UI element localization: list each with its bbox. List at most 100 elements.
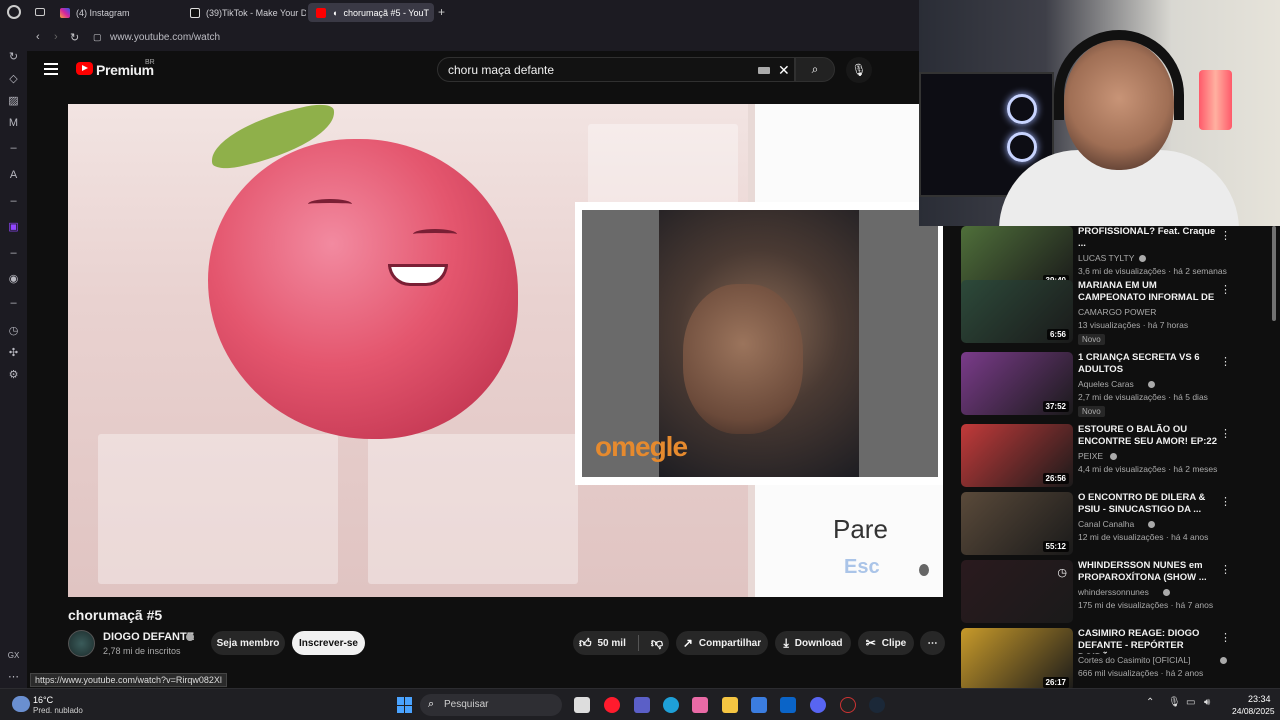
screenshot-icon[interactable]: ▨ [7,95,20,108]
more-vert-icon[interactable]: ⋮ [1220,355,1231,368]
recommendation-item[interactable]: 6:56 MARIANA EM UM CAMPEONATO INFORMAL DE… [961,280,1261,345]
watch-later-icon[interactable]: ◷ [1057,566,1067,579]
copilot-icon[interactable] [692,697,708,713]
member-button[interactable]: Seja membro [211,631,285,655]
settings-gear-icon[interactable]: ⚙ [7,369,20,382]
scrollbar[interactable] [1272,226,1276,321]
recommendation-item[interactable]: 55:12 O ENCONTRO DE DILERA & PSIU - SINUC… [961,492,1261,556]
steam-icon[interactable] [869,697,885,713]
store-icon[interactable] [751,697,767,713]
reload-icon[interactable]: ↻ [70,31,79,44]
opera-logo-icon[interactable] [7,5,21,19]
twitch-icon[interactable]: ▣ [7,221,20,234]
extensions-icon[interactable]: ✣ [7,347,20,360]
search-input[interactable] [448,63,748,77]
thumbnail[interactable]: 26:17 [961,628,1073,691]
recommendation-title[interactable]: MARIANA EM UM CAMPEONATO INFORMAL DE ... [1078,280,1218,306]
volume-icon[interactable]: 🔊︎ [1204,697,1210,708]
recommendation-item[interactable]: 26:17 CASIMIRO REAGE: DIOGO DEFANTE - REP… [961,628,1261,692]
thumbs-down-icon[interactable]: 👎︎ [651,636,663,651]
more-vert-icon[interactable]: ⋮ [1220,283,1231,296]
recommendation-title[interactable]: ESTOURE O BALÃO OU ENCONTRE SEU AMOR! EP… [1078,424,1218,448]
youtube-logo-icon[interactable] [76,62,93,75]
mail-icon[interactable]: M [7,117,20,130]
forward-icon[interactable]: › [54,31,58,43]
duration-badge: 26:17 [1042,677,1069,688]
recommendation-title[interactable]: O ENCONTRO DE DILERA & PSIU - SINUCASTIG… [1078,492,1218,516]
tab-manager-icon[interactable] [35,8,45,16]
weather-temperature[interactable]: 16°C [33,695,53,705]
thumbnail[interactable]: 6:56 [961,280,1073,343]
recommendation-title[interactable]: CASIMIRO REAGE: DIOGO DEFANTE - REPÓRTER… [1078,628,1218,654]
recommendation-channel[interactable]: PEIXE [1078,451,1103,461]
mic-tray-icon[interactable]: 🎙 [1168,697,1181,708]
weather-cloud-icon[interactable] [12,696,30,712]
channel-name[interactable]: DIOGO DEFANTE [103,631,194,643]
audio-playing-icon[interactable]: ◖ [332,8,337,18]
video-player[interactable]: omegle Pare Esc [68,104,943,597]
avatar[interactable] [68,630,95,657]
weather-description[interactable]: Pred. nublado [33,706,83,715]
gx-corner-icon[interactable]: GX [7,649,20,662]
search-icon[interactable]: ⌕ [795,57,835,82]
recommendation-channel[interactable]: CAMARGO POWER [1078,307,1156,317]
start-windows-icon[interactable] [397,697,413,713]
task-view-icon[interactable] [574,697,590,713]
close-icon[interactable]: ✕ [778,62,790,79]
shopping-icon[interactable]: ◇ [7,73,20,86]
edge-icon[interactable] [663,697,679,713]
tab-youtube[interactable]: ◖ chorumaçã #5 - YouT [308,3,434,22]
url-field[interactable]: www.youtube.com/watch [110,32,220,43]
new-tab-button[interactable]: + [438,5,445,19]
taskbar-search[interactable]: Pesquisar [420,694,562,716]
outlook-icon[interactable] [780,697,796,713]
clock-date[interactable]: 24/08/2025 [1232,706,1275,716]
mic-icon[interactable]: 🎙 [846,57,872,83]
teams-icon[interactable] [634,697,650,713]
back-icon[interactable]: ‹ [36,31,40,43]
thumbnail[interactable]: ◷ [961,560,1073,623]
recommendation-title[interactable]: PROFISSIONAL? Feat. Craque ... [1078,226,1218,250]
keyboard-icon[interactable] [758,67,770,74]
like-count[interactable]: 50 mil [598,638,626,649]
app-icon[interactable] [840,697,856,713]
share-button[interactable]: ↗ Compartilhar [676,631,768,655]
recommendation-channel[interactable]: Cortes do Casimito [OFICIAL] [1078,655,1190,665]
more-vert-icon[interactable]: ⋮ [1220,229,1231,242]
more-vert-icon[interactable]: ⋮ [1220,427,1231,440]
history-icon[interactable]: ↻ [7,51,20,64]
thumbnail[interactable]: 55:12 [961,492,1073,555]
recommendation-item[interactable]: ◷ WHINDERSSON NUNES em PROPAROXÍTONA (SHO… [961,560,1261,624]
recommendation-channel[interactable]: LUCAS TYLTY [1078,253,1134,263]
thumbnail[interactable]: 37:52 [961,352,1073,415]
recommendation-channel[interactable]: whinderssonnunes [1078,587,1149,597]
more-vert-icon[interactable]: ⋮ [1220,563,1231,576]
aria-ai-icon[interactable]: A [7,169,20,182]
network-icon[interactable]: ▭ [1186,697,1195,708]
tab-tiktok[interactable]: (39)TikTok - Make Your D [182,3,306,22]
menu-icon[interactable] [44,63,58,75]
subscribe-button[interactable]: Inscrever-se [292,631,365,655]
thumbnail[interactable]: 26:56 [961,424,1073,487]
opera-gx-icon[interactable] [604,697,620,713]
recommendation-channel[interactable]: Canal Canalha [1078,519,1134,529]
more-vert-icon[interactable]: ⋮ [1220,631,1231,644]
recommendation-title[interactable]: WHINDERSSON NUNES em PROPAROXÍTONA (SHOW… [1078,560,1218,584]
clock-time[interactable]: 23:34 [1248,694,1271,704]
recommendation-channel[interactable]: Aqueles Caras [1078,379,1134,389]
recommendation-item[interactable]: 26:56 ESTOURE O BALÃO OU ENCONTRE SEU AMO… [961,424,1261,488]
download-button[interactable]: ⤓ Download [775,631,851,655]
file-explorer-icon[interactable] [722,697,738,713]
recommendation-item[interactable]: 37:52 1 CRIANÇA SECRETA VS 6 ADULTOS Aquel… [961,352,1261,417]
chevron-up-icon[interactable]: ⌃ [1146,697,1154,708]
thumbs-up-icon[interactable]: 👍︎ [579,636,592,651]
recommendation-title[interactable]: 1 CRIANÇA SECRETA VS 6 ADULTOS [1078,352,1218,376]
more-vert-icon[interactable]: ⋮ [1220,495,1231,508]
tab-instagram[interactable]: (4) Instagram [52,3,180,22]
more-dots-icon[interactable]: ⋯ [7,671,20,684]
clock-icon[interactable]: ◷ [7,325,20,338]
clip-button[interactable]: ✂ Clipe [858,631,914,655]
player-icon[interactable]: ◉ [7,273,20,286]
discord-icon[interactable] [810,697,826,713]
more-actions-button[interactable]: ⋯ [920,631,945,655]
